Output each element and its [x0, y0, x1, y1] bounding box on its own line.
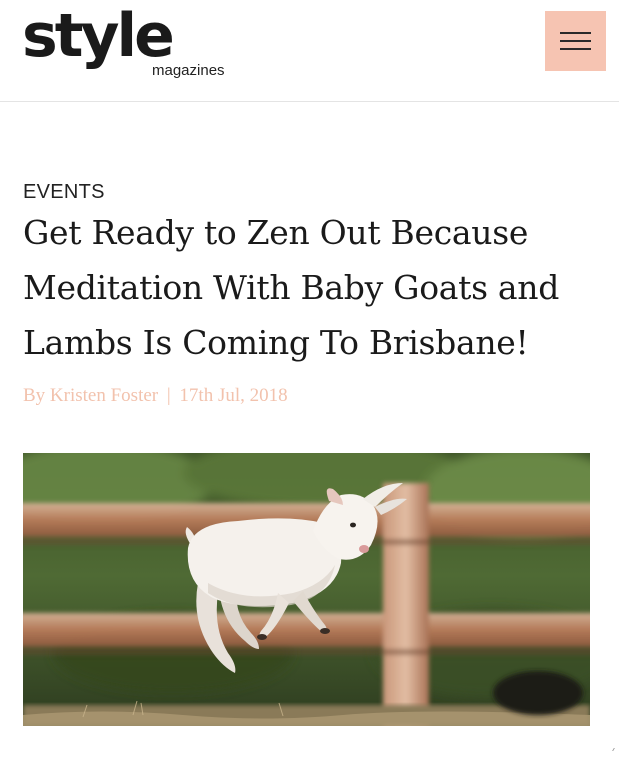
article-headline: Get Ready to Zen Out Because Meditation …: [23, 205, 613, 370]
article-byline: By Kristen Foster | 17th Jul, 2018: [23, 384, 288, 408]
byline-date: 17th Jul, 2018: [179, 385, 288, 406]
byline-author[interactable]: By Kristen Foster: [23, 385, 158, 406]
site-logo[interactable]: style magazines: [22, 6, 252, 86]
logo-subtitle: magazines: [152, 62, 225, 79]
corner-mark: [612, 748, 618, 751]
site-header: style magazines: [0, 0, 619, 102]
logo-wordmark: style: [22, 1, 175, 71]
menu-button[interactable]: [545, 11, 606, 71]
headline-line: Lambs Is Coming To Brisbane!: [23, 323, 529, 362]
headline-line: Meditation With Baby Goats and: [23, 268, 560, 307]
article-category[interactable]: EVENTS: [23, 180, 105, 204]
byline-separator: |: [166, 385, 171, 406]
headline-line: Get Ready to Zen Out Because: [23, 213, 529, 252]
hero-image: [23, 453, 590, 726]
